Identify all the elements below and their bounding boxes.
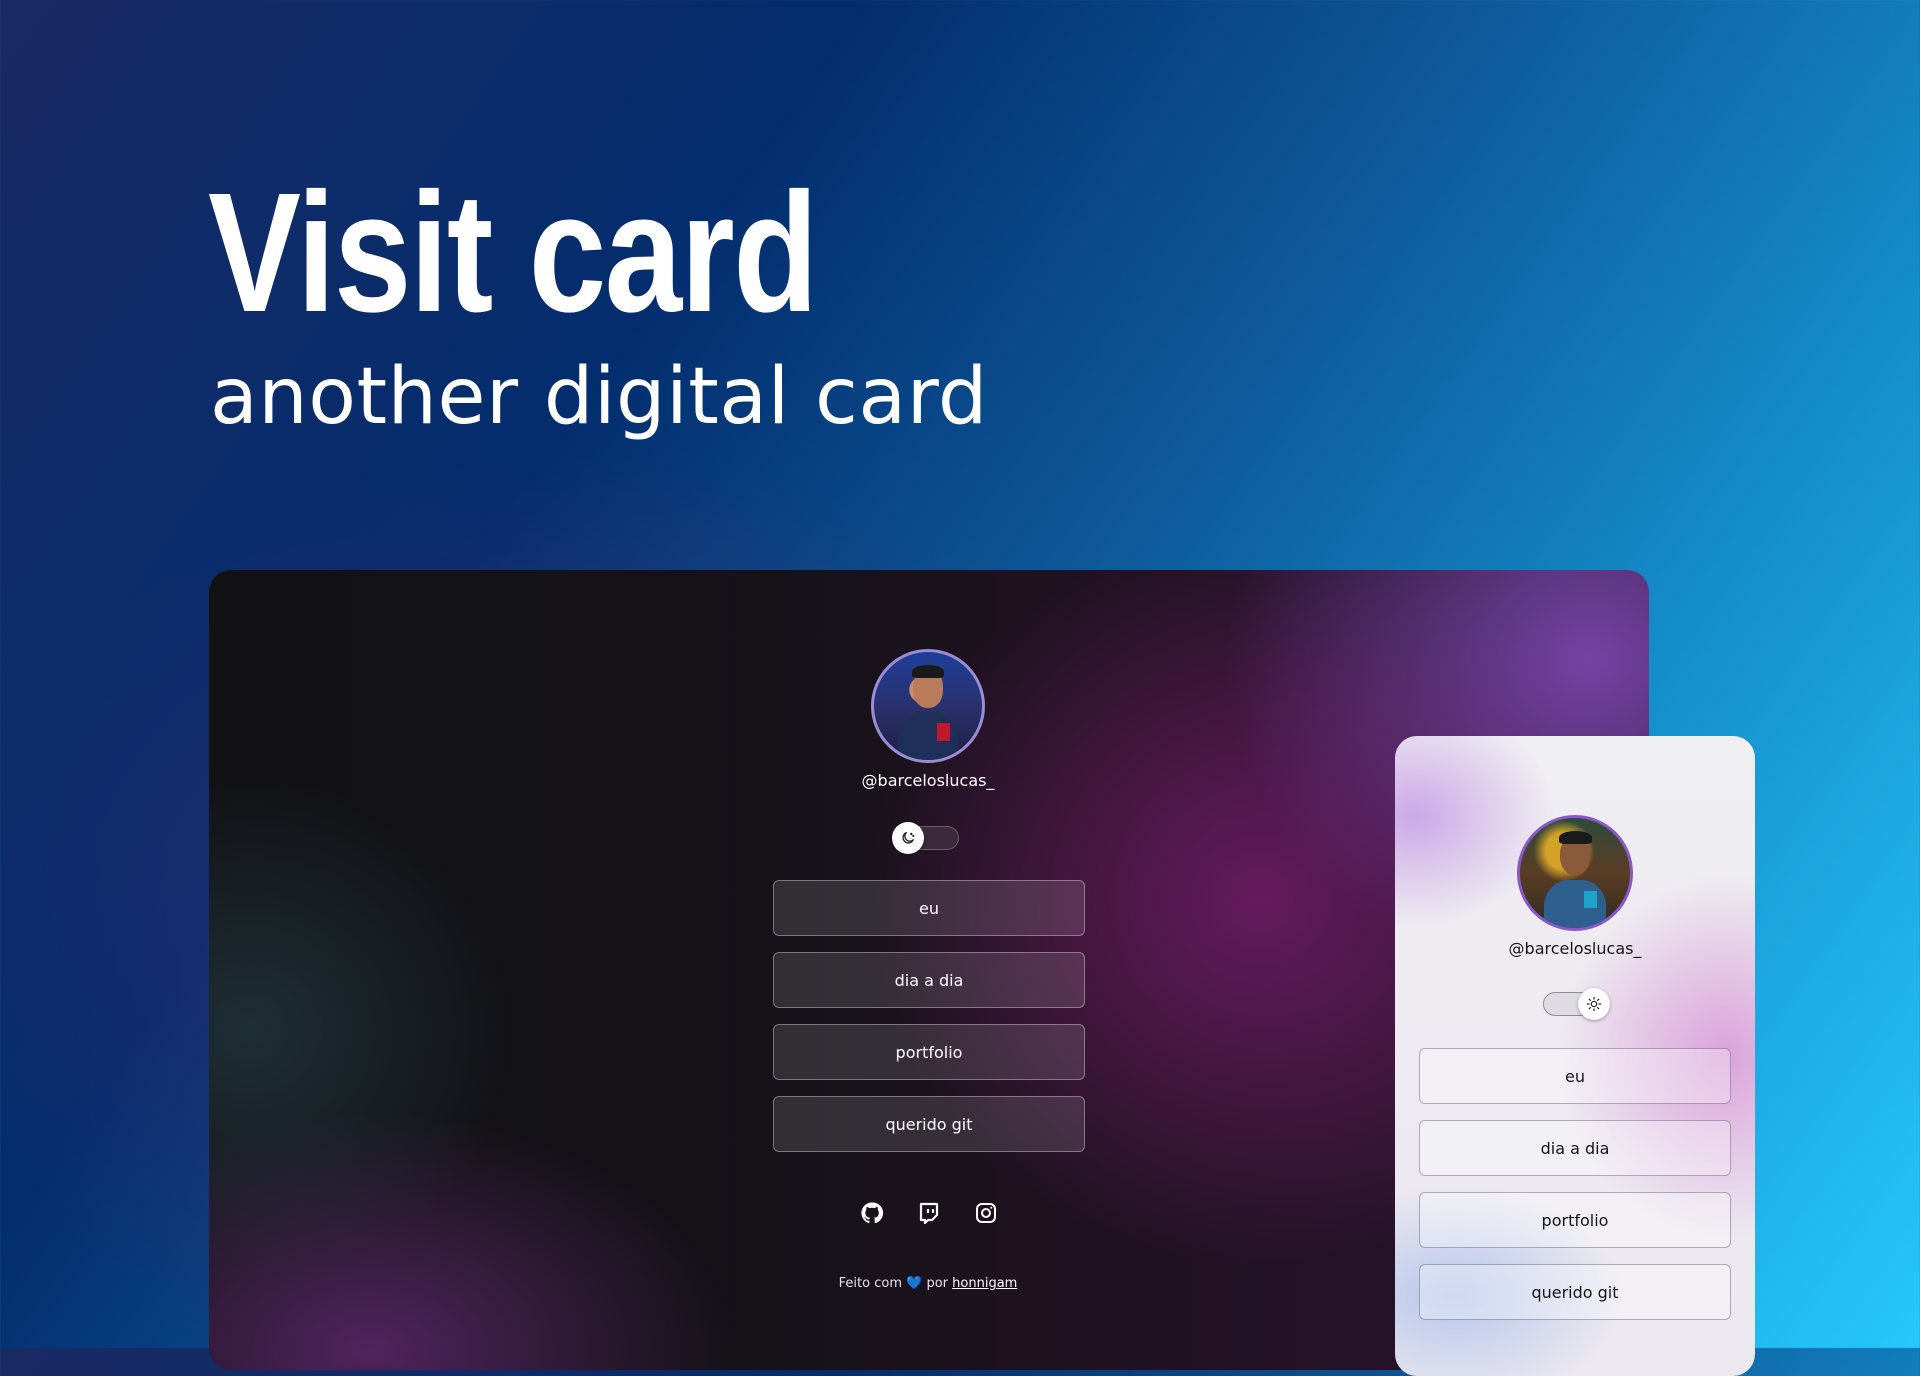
sun-icon [1586, 996, 1602, 1012]
github-link[interactable] [859, 1200, 885, 1226]
footer-prefix: Feito com [838, 1276, 902, 1291]
light-card-preview: @barceloslucas_ eu dia a dia portfolio q… [1395, 736, 1755, 1376]
social-links [859, 1198, 999, 1228]
hero-subtitle: another digital card [210, 352, 988, 442]
profile-handle: @barceloslucas_ [1508, 939, 1642, 958]
link-button-querido-git[interactable]: querido git [1419, 1264, 1731, 1320]
link-button-eu[interactable]: eu [1419, 1048, 1731, 1104]
avatar-figure-hair [1558, 831, 1592, 845]
twitch-link[interactable] [916, 1200, 942, 1226]
profile-handle: @barceloslucas_ [861, 771, 995, 790]
avatar-accent [936, 723, 950, 741]
link-button-dia-a-dia[interactable]: dia a dia [773, 952, 1085, 1008]
link-button-dia-a-dia[interactable]: dia a dia [1419, 1120, 1731, 1176]
avatar [871, 649, 985, 763]
link-button-portfolio[interactable]: portfolio [773, 1024, 1085, 1080]
link-button-eu[interactable]: eu [773, 880, 1085, 936]
instagram-link[interactable] [973, 1200, 999, 1226]
heart-icon: 💙 [906, 1276, 923, 1291]
instagram-icon [976, 1203, 996, 1223]
hero-title: Visit card [208, 158, 818, 348]
toggle-knob[interactable] [1578, 988, 1610, 1020]
twitch-icon [919, 1202, 939, 1225]
moon-icon [902, 832, 915, 844]
footer-middle: por [926, 1276, 949, 1291]
theme-toggle[interactable] [1543, 988, 1610, 1020]
link-button-portfolio[interactable]: portfolio [1419, 1192, 1731, 1248]
github-icon [861, 1202, 884, 1224]
theme-toggle[interactable] [892, 822, 959, 854]
avatar [1517, 815, 1633, 931]
footer-credit: Feito com 💙 por honnigam [728, 1276, 1128, 1291]
link-button-querido-git[interactable]: querido git [773, 1096, 1085, 1152]
avatar-accent [1583, 890, 1597, 909]
toggle-knob[interactable] [892, 822, 924, 854]
author-link[interactable]: honnigam [952, 1276, 1017, 1291]
avatar-figure-hair [911, 664, 945, 678]
